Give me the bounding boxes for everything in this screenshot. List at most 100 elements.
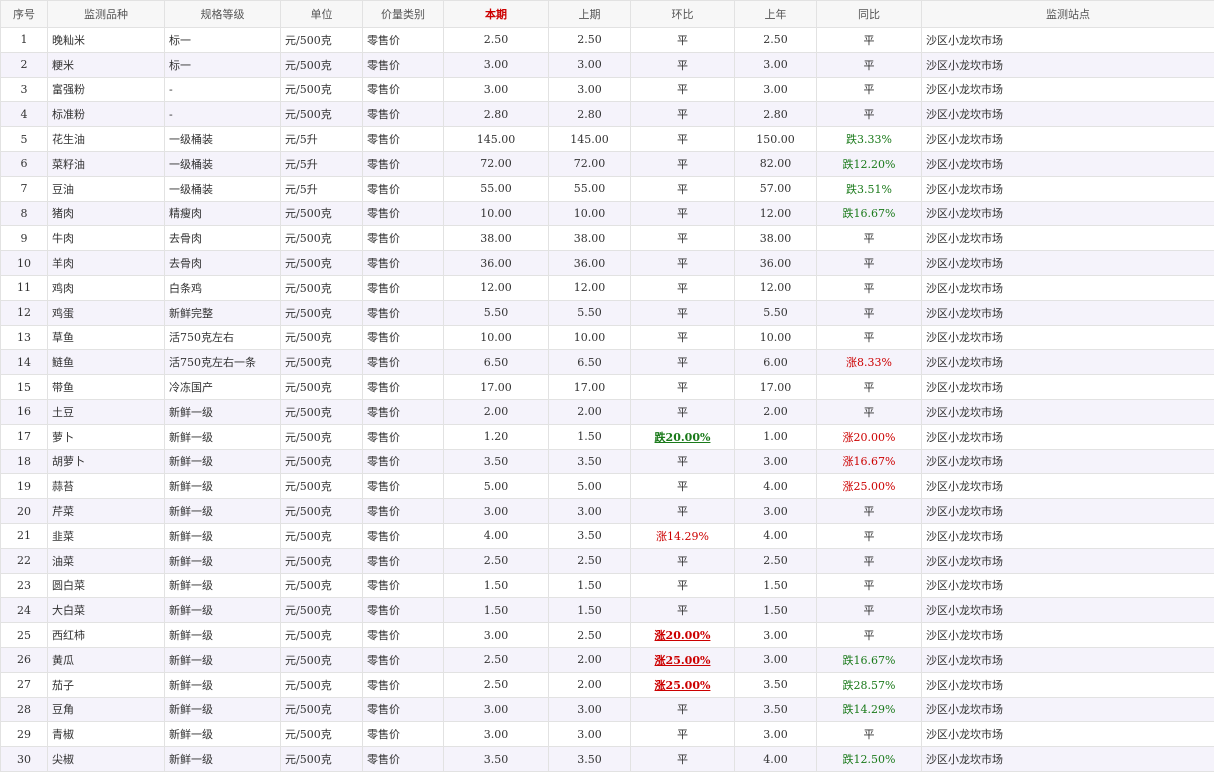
cell-type: 零售价 xyxy=(362,324,444,351)
cell-site: 沙区小龙坎市场 xyxy=(921,696,1214,723)
change-value: 平 xyxy=(677,554,688,568)
cell-grade: 新鲜一级 xyxy=(164,398,281,425)
cell-unit: 元/500克 xyxy=(280,522,363,549)
cell-last-year-price: 4.00 xyxy=(734,473,817,500)
cell-unit: 元/500克 xyxy=(280,324,363,351)
cell-current-price: 3.00 xyxy=(443,721,549,748)
cell-current-price: 5.00 xyxy=(443,473,549,500)
change-value: 平 xyxy=(677,157,688,171)
cell-previous-price: 5.00 xyxy=(548,473,631,500)
cell-month-on-month: 涨14.29% xyxy=(630,522,735,549)
cell-no: 14 xyxy=(0,349,48,376)
cell-previous-price: 10.00 xyxy=(548,324,631,351)
change-value: 平 xyxy=(863,554,875,568)
cell-current-price: 3.00 xyxy=(443,696,549,723)
cell-last-year-price: 2.50 xyxy=(734,547,817,574)
cell-previous-price: 2.50 xyxy=(548,622,631,648)
cell-current-price: 6.50 xyxy=(443,349,549,376)
cell-current-price: 2.50 xyxy=(443,27,549,53)
cell-previous-price: 145.00 xyxy=(548,126,631,152)
cell-current-price: 55.00 xyxy=(443,175,549,202)
cell-last-year-price: 2.00 xyxy=(734,398,817,425)
cell-last-year-price: 6.00 xyxy=(734,349,817,376)
cell-item: 晚籼米 xyxy=(47,27,165,53)
cell-current-price: 2.80 xyxy=(443,101,549,128)
cell-current-price: 36.00 xyxy=(443,250,549,276)
cell-item: 蒜苔 xyxy=(47,473,165,500)
cell-type: 零售价 xyxy=(362,671,444,698)
cell-site: 沙区小龙坎市场 xyxy=(921,473,1214,500)
cell-month-on-month: 平 xyxy=(630,126,735,152)
cell-no: 13 xyxy=(0,324,48,351)
cell-type: 零售价 xyxy=(362,299,444,326)
cell-month-on-month: 平 xyxy=(630,349,735,376)
change-value: 平 xyxy=(677,480,688,494)
cell-month-on-month: 平 xyxy=(630,274,735,301)
table-row: 4 标准粉 - 元/500克 零售价 2.80 2.80 平 2.80 平沙区小龙坎市场 xyxy=(0,101,1214,128)
cell-grade: 新鲜一级 xyxy=(164,646,281,673)
cell-type: 零售价 xyxy=(362,473,444,500)
cell-item: 圆白菜 xyxy=(47,572,165,599)
table-row: 5 花生油 一级桶装 元/5升 零售价 145.00 145.00 平 150.00 跌3.33%… xyxy=(0,126,1214,152)
change-value: 平 xyxy=(677,381,688,395)
cell-previous-price: 3.50 xyxy=(548,746,631,772)
change-value: 平 xyxy=(677,108,688,122)
change-value: 平 xyxy=(863,33,875,47)
cell-item: 标准粉 xyxy=(47,101,165,128)
cell-month-on-month: 平 xyxy=(630,398,735,425)
cell-no: 16 xyxy=(0,398,48,425)
change-value: 平 xyxy=(677,306,688,320)
change-value: 平 xyxy=(863,232,875,246)
cell-year-on-year: 平 xyxy=(816,324,922,351)
cell-no: 12 xyxy=(0,299,48,326)
change-value: 平 xyxy=(863,505,875,519)
cell-type: 零售价 xyxy=(362,572,444,599)
cell-type: 零售价 xyxy=(362,423,444,450)
table-row: 15 带鱼 冷冻国产 元/500克 零售价 17.00 17.00 平 17.00 平沙区小龙坎市… xyxy=(0,374,1214,400)
cell-year-on-year: 平 xyxy=(816,274,922,301)
cell-unit: 元/500克 xyxy=(280,572,363,599)
cell-last-year-price: 4.00 xyxy=(734,746,817,772)
cell-previous-price: 72.00 xyxy=(548,150,631,177)
table-row: 25 西红柿 新鲜一级 元/500克 零售价 3.00 2.50 涨20.00% 3.00 平沙区… xyxy=(0,622,1214,648)
cell-current-price: 10.00 xyxy=(443,200,549,227)
cell-year-on-year: 平 xyxy=(816,101,922,128)
table-row: 30 尖椒 新鲜一级 元/500克 零售价 3.50 3.50 平 4.00 跌12.50% 沙区小… xyxy=(0,746,1214,772)
cell-unit: 元/500克 xyxy=(280,200,363,227)
cell-site: 沙区小龙坎市场 xyxy=(921,572,1214,599)
cell-previous-price: 3.00 xyxy=(548,51,631,78)
cell-site: 沙区小龙坎市场 xyxy=(921,27,1214,53)
cell-no: 26 xyxy=(0,646,48,673)
cell-no: 21 xyxy=(0,522,48,549)
cell-grade: - xyxy=(164,101,281,128)
cell-type: 零售价 xyxy=(362,126,444,152)
cell-no: 9 xyxy=(0,225,48,252)
cell-unit: 元/5升 xyxy=(280,126,363,152)
cell-year-on-year: 跌14.29% xyxy=(816,696,922,723)
cell-grade: 新鲜一级 xyxy=(164,448,281,475)
change-value: 平 xyxy=(677,133,688,147)
table-row: 23 圆白菜 新鲜一级 元/500克 零售价 1.50 1.50 平 1.50 平沙区小龙坎市场 xyxy=(0,572,1214,599)
change-value: 平 xyxy=(677,405,688,419)
cell-previous-price: 10.00 xyxy=(548,200,631,227)
cell-year-on-year: 平 xyxy=(816,299,922,326)
header-previous-period: 上期 xyxy=(548,0,631,28)
cell-site: 沙区小龙坎市场 xyxy=(921,51,1214,78)
cell-grade: 白条鸡 xyxy=(164,274,281,301)
header-current-period: 本期 xyxy=(443,0,549,28)
table-row: 12 鸡蛋 新鲜完整 元/500克 零售价 5.50 5.50 平 5.50 平沙区小龙坎市场 xyxy=(0,299,1214,326)
cell-item: 韭菜 xyxy=(47,522,165,549)
cell-previous-price: 6.50 xyxy=(548,349,631,376)
change-value: 跌12.20% xyxy=(842,157,896,171)
cell-current-price: 1.50 xyxy=(443,572,549,599)
cell-site: 沙区小龙坎市场 xyxy=(921,324,1214,351)
cell-month-on-month: 平 xyxy=(630,150,735,177)
cell-current-price: 3.00 xyxy=(443,622,549,648)
cell-last-year-price: 4.00 xyxy=(734,522,817,549)
cell-year-on-year: 平 xyxy=(816,597,922,624)
cell-site: 沙区小龙坎市场 xyxy=(921,721,1214,748)
cell-current-price: 3.50 xyxy=(443,746,549,772)
cell-previous-price: 2.00 xyxy=(548,398,631,425)
change-value: 平 xyxy=(677,58,688,72)
cell-year-on-year: 平 xyxy=(816,522,922,549)
